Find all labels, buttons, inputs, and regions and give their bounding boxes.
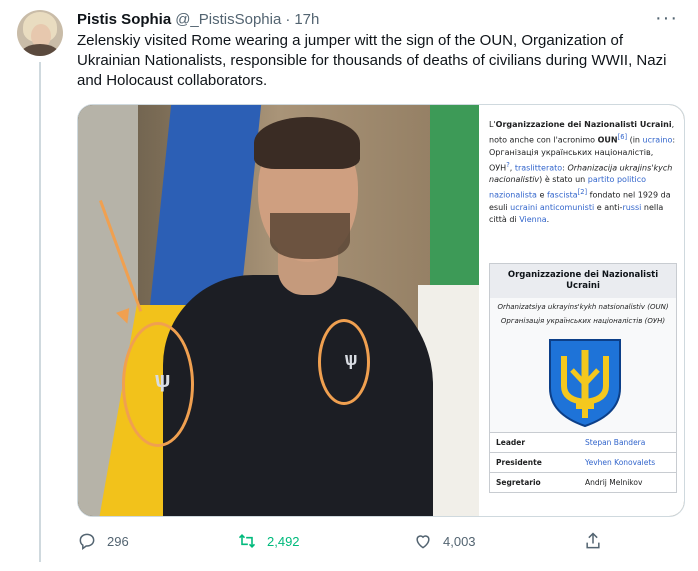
infobox-subtitle-cyrillic: Організація українських націоналістів (О… [500,317,666,325]
tweet-actions: 296 2,492 4,003 [77,528,617,554]
infobox-row: Presidente Yevhen Konovalets [490,452,676,472]
avatar[interactable] [17,10,63,56]
like-count: 4,003 [443,533,476,549]
infobox-subtitle-latin: Orhanizatsiya ukrayins'kykh natsionalist… [497,303,669,311]
infobox-title: Organizzazione dei Nazionalisti Ucraini [490,264,676,298]
like-icon [416,535,430,549]
tweet-header: Pistis Sophia @_PistisSophia · 17h ··· [77,7,678,30]
annotation-circle-left [122,322,194,447]
share-icon [586,532,600,549]
infobox-row: Segretario Andrij Melnikov [490,472,676,492]
tweet-time[interactable]: 17h [294,11,319,28]
oun-emblem [490,332,676,428]
wiki-intro: L'Organizzazione dei Nazionalisti Ucrain… [489,120,676,224]
tweet-text: Zelenskiy visited Rome wearing a jumper … [77,32,667,89]
tweet-media[interactable]: ѱ ѱ L'Organizzazione dei Nazionalisti Uc… [77,104,685,517]
share-button[interactable] [583,528,613,554]
wiki-infobox: Organizzazione dei Nazionalisti Ucraini … [489,263,677,493]
author-handle[interactable]: @_PistisSophia [175,11,281,28]
retweet-count: 2,492 [267,533,300,549]
reply-count: 296 [107,533,129,549]
oun-shield-icon [549,339,621,428]
like-button[interactable]: 4,003 [413,528,476,554]
person-torso [163,275,433,516]
infobox-row: Leader Stepan Bandera [490,432,676,452]
more-icon[interactable]: ··· [655,7,678,30]
annotation-circle-right [318,319,370,405]
thread-line [39,62,41,562]
separator-dot: · [285,10,291,28]
retweet-button[interactable]: 2,492 [237,528,300,554]
wiki-excerpt: L'Organizzazione dei Nazionalisti Ucrain… [479,105,684,516]
retweet-icon [238,534,256,548]
author-name[interactable]: Pistis Sophia [77,11,171,28]
reply-button[interactable]: 296 [77,528,129,554]
reply-icon [79,533,95,550]
photo: ѱ ѱ [78,105,479,516]
